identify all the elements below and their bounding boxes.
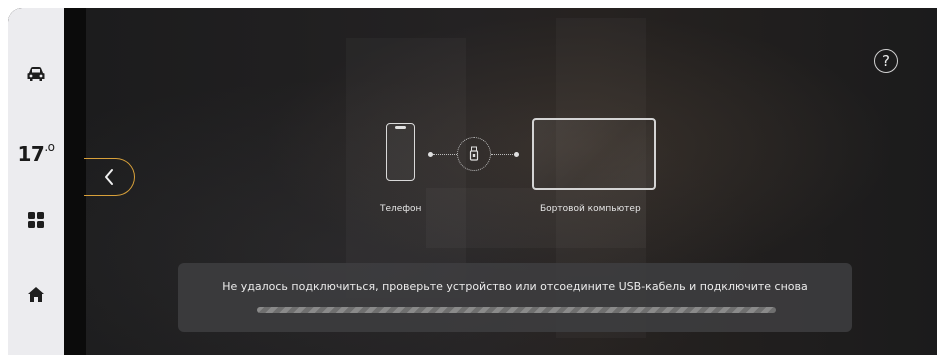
sidebar-item-home[interactable] bbox=[8, 278, 64, 310]
phone-notch bbox=[395, 126, 406, 129]
connector-dotted-line bbox=[491, 154, 515, 155]
error-message: Не удалось подключиться, проверьте устро… bbox=[222, 280, 808, 293]
progress-bar bbox=[257, 307, 776, 313]
chevron-left-icon bbox=[105, 169, 113, 185]
back-button[interactable] bbox=[84, 158, 135, 196]
apps-grid-icon bbox=[28, 212, 44, 228]
usb-connector bbox=[457, 137, 491, 171]
background-pattern bbox=[426, 188, 646, 248]
connector-node bbox=[514, 152, 519, 157]
connector-dotted-line bbox=[433, 154, 457, 155]
sidebar-item-temperature[interactable]: 17.o bbox=[8, 138, 64, 170]
phone-icon bbox=[386, 123, 415, 181]
connection-error-panel: Не удалось подключиться, проверьте устро… bbox=[178, 263, 852, 332]
sidebar-item-apps[interactable] bbox=[8, 204, 64, 236]
car-icon bbox=[27, 67, 45, 81]
sidebar-divider bbox=[64, 8, 86, 355]
usb-icon bbox=[469, 146, 479, 161]
onboard-computer-label: Бортовой компьютер bbox=[540, 204, 641, 214]
help-label: ? bbox=[882, 52, 890, 70]
help-button[interactable]: ? bbox=[874, 49, 898, 73]
temperature-value: 17.o bbox=[17, 140, 56, 166]
sidebar-item-vehicle[interactable] bbox=[8, 58, 64, 90]
home-icon bbox=[28, 286, 44, 302]
onboard-computer-icon bbox=[532, 118, 656, 190]
phone-label: Телефон bbox=[380, 204, 422, 214]
sidebar: 17.o bbox=[8, 8, 64, 355]
